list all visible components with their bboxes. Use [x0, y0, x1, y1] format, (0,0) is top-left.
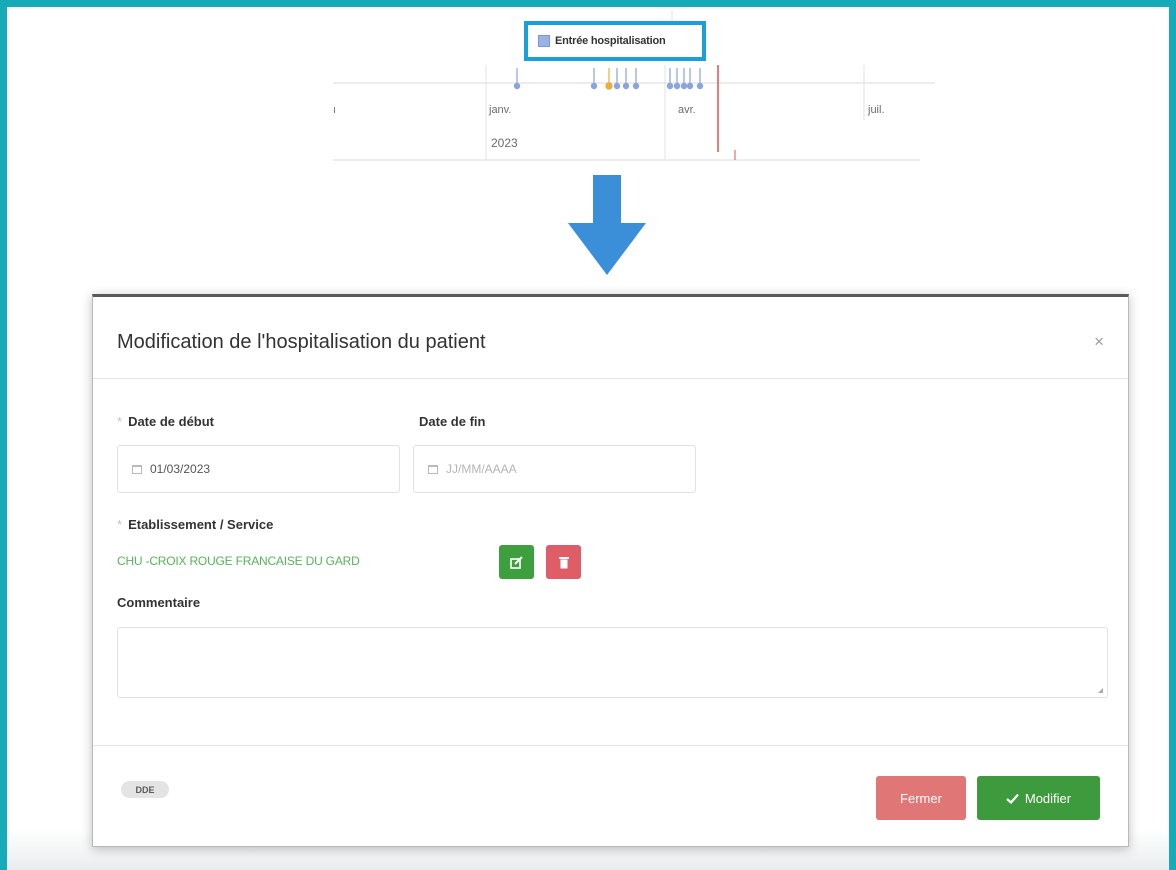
timeline-event — [513, 82, 521, 90]
close-button-label: Fermer — [900, 790, 942, 806]
comment-label: Commentaire — [117, 595, 201, 610]
status-badge: DDE — [121, 781, 169, 798]
legend-entree-hospitalisation[interactable]: Entrée hospitalisation — [524, 21, 706, 61]
timeline-event — [680, 82, 688, 90]
establishment-label-text: Etablissement / Service — [128, 517, 274, 532]
timeline-event — [673, 82, 681, 90]
edit-establishment-button[interactable] — [499, 545, 534, 579]
trash-icon — [558, 556, 569, 568]
timeline-event — [686, 82, 694, 90]
svg-text:ı: ı — [333, 104, 336, 116]
close-icon[interactable]: × — [1094, 332, 1104, 352]
comment-textarea[interactable] — [117, 627, 1108, 698]
establishment-label: * Etablissement / Service — [117, 517, 273, 532]
timeline-event — [613, 82, 621, 90]
header-divider — [93, 378, 1128, 379]
footer-divider — [93, 745, 1128, 746]
establishment-value: CHU -CROIX ROUGE FRANCAISE DU GARD — [117, 554, 360, 568]
edit-icon — [509, 555, 523, 569]
tick-avr: avr. — [678, 104, 696, 116]
year-label: 2023 — [491, 136, 518, 150]
date-start-label-text: Date de début — [128, 414, 215, 429]
date-end-field[interactable]: JJ/MM/AAAA — [413, 445, 696, 493]
date-end-label: Date de fin — [419, 414, 486, 429]
timeline-event-highlighted — [605, 68, 613, 90]
timeline-event — [696, 82, 704, 90]
date-start-value: 01/03/2023 — [150, 462, 211, 476]
check-icon — [1006, 793, 1019, 804]
tick-juil: juil. — [868, 104, 885, 116]
required-mark: * — [117, 414, 123, 429]
modal-title: Modification de l'hospitalisation du pat… — [117, 331, 486, 353]
date-end-placeholder: JJ/MM/AAAA — [446, 462, 517, 476]
timeline-event — [622, 82, 630, 90]
timeline-event — [666, 82, 674, 90]
required-mark: * — [117, 517, 123, 532]
timeline-event — [632, 82, 640, 90]
date-start-field[interactable]: 01/03/2023 — [117, 445, 400, 493]
legend-label: Entrée hospitalisation — [555, 35, 666, 47]
resize-grip-icon[interactable] — [1098, 688, 1103, 693]
tick-janv: janv. — [489, 104, 512, 116]
timeline-event — [590, 82, 598, 90]
calendar-icon — [132, 464, 142, 474]
legend-swatch — [538, 35, 550, 47]
calendar-icon — [428, 464, 438, 474]
date-start-label: * Date de début — [117, 414, 214, 429]
arrow-down-icon — [568, 175, 646, 275]
edit-hospitalization-modal: Modification de l'hospitalisation du pat… — [92, 294, 1129, 847]
close-button[interactable]: Fermer — [876, 776, 966, 820]
save-button-label: Modifier — [1024, 790, 1072, 806]
save-button[interactable]: Modifier — [977, 776, 1100, 820]
delete-establishment-button[interactable] — [546, 545, 581, 579]
